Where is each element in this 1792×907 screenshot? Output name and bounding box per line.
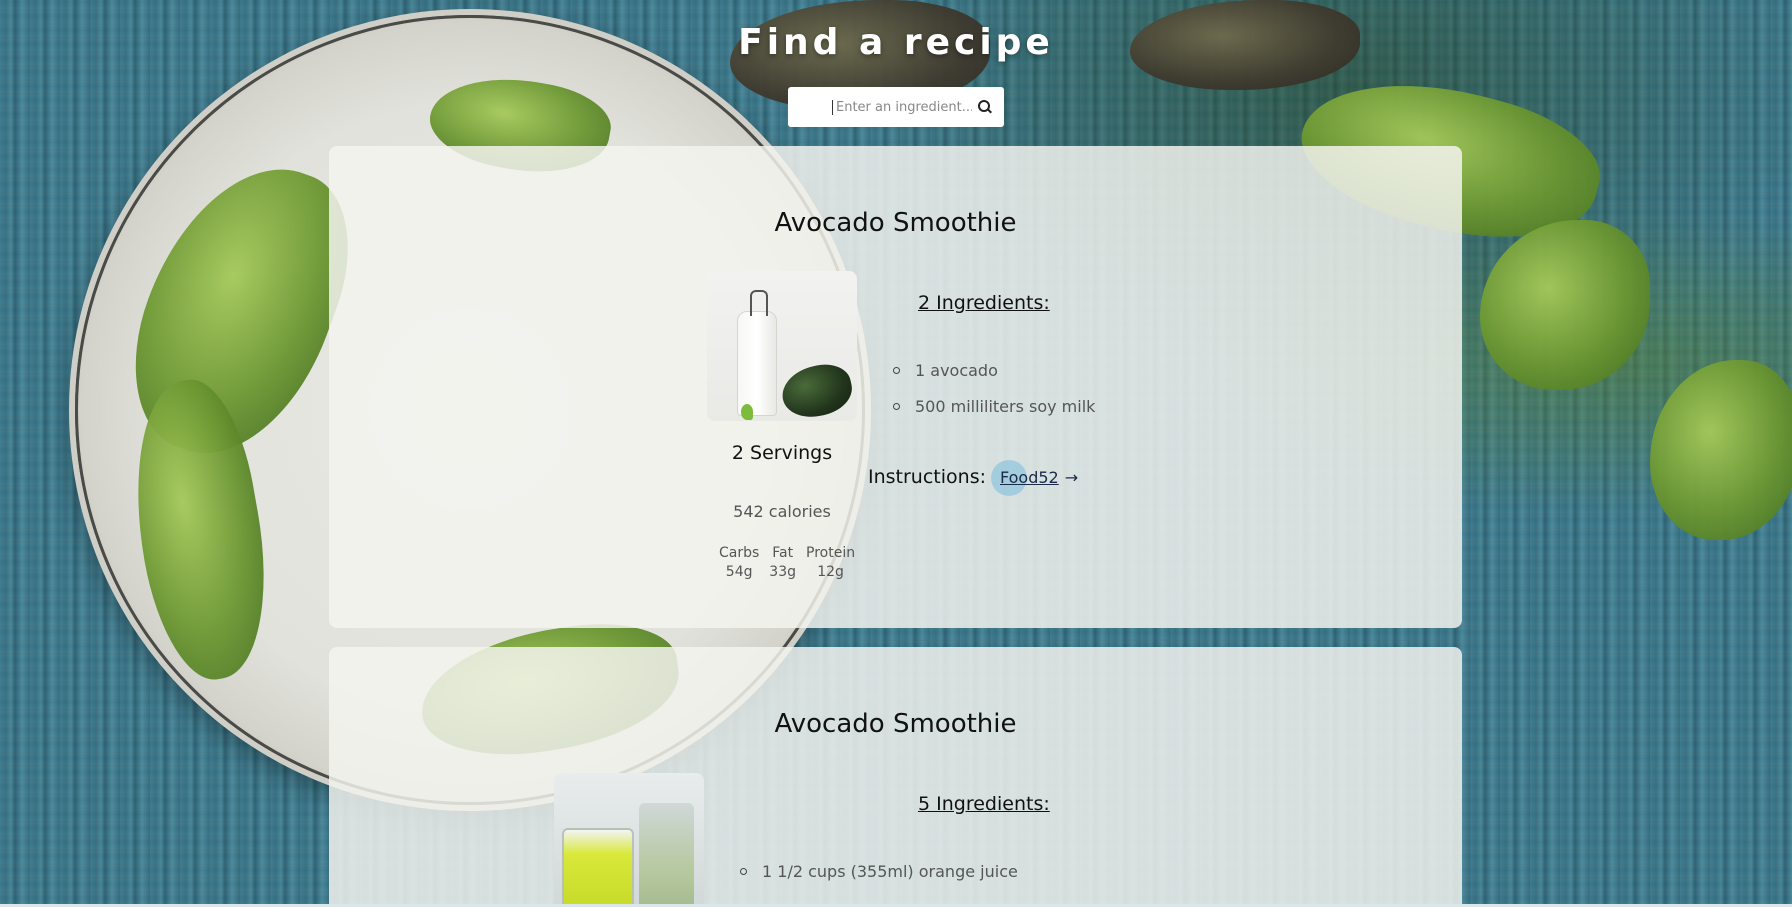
search-icon[interactable] — [978, 100, 992, 114]
blender-jar-icon — [639, 803, 694, 907]
instructions-row: Instructions: Food52 → — [868, 459, 1078, 496]
recipe-title: Avocado Smoothie — [774, 208, 1017, 238]
ingredient-item: 1 avocado — [893, 361, 1095, 380]
avocado-icon — [777, 359, 857, 421]
ingredient-item: 500 milliliters soy milk — [893, 397, 1095, 416]
macro-label: Protein — [806, 545, 856, 561]
search-bar[interactable] — [788, 87, 1004, 127]
macro-label: Carbs — [719, 545, 760, 561]
page-title: Find a recipe — [738, 22, 1054, 63]
background-leaf — [1650, 360, 1792, 540]
ingredient-list: 1 1/2 cups (355ml) orange juice — [740, 862, 1018, 898]
macro-carbs: Carbs 54g — [719, 544, 759, 582]
macro-value: 12g — [817, 564, 844, 580]
macro-fat: Fat 33g — [769, 544, 796, 582]
source-link[interactable]: Food52 — [991, 459, 1059, 496]
recipe-image[interactable] — [554, 773, 704, 907]
leaf-icon — [741, 404, 753, 420]
macro-protein: Protein 12g — [806, 544, 855, 582]
recipe-title: Avocado Smoothie — [774, 709, 1017, 739]
macro-value: 54g — [725, 564, 753, 580]
ingredients-heading: 5 Ingredients: — [918, 793, 1050, 815]
calories: 542 calories — [733, 502, 831, 521]
search-input[interactable] — [832, 99, 972, 115]
ingredient-list: 1 avocado 500 milliliters soy milk — [893, 361, 1095, 433]
recipe-card: Avocado Smoothie 5 Ingredients: 1 1/2 cu… — [329, 647, 1462, 907]
background-leaf — [1480, 220, 1650, 390]
source-link-text[interactable]: Food52 — [1000, 468, 1059, 487]
servings: 2 Servings — [731, 442, 833, 464]
recipe-card: Avocado Smoothie 2 Servings 542 calories… — [329, 146, 1462, 628]
recipe-image[interactable] — [707, 271, 857, 421]
milk-bottle-icon — [737, 290, 777, 416]
ingredient-item: 1 1/2 cups (355ml) orange juice — [740, 862, 1018, 881]
smoothie-glass-icon — [562, 828, 634, 907]
macro-label: Fat — [772, 545, 794, 561]
macros: Carbs 54g Fat 33g Protein 12g — [719, 544, 855, 582]
arrow-right-icon[interactable]: → — [1065, 468, 1078, 487]
macro-value: 33g — [769, 564, 796, 580]
ingredients-heading: 2 Ingredients: — [918, 292, 1050, 314]
instructions-label: Instructions: — [868, 466, 986, 488]
